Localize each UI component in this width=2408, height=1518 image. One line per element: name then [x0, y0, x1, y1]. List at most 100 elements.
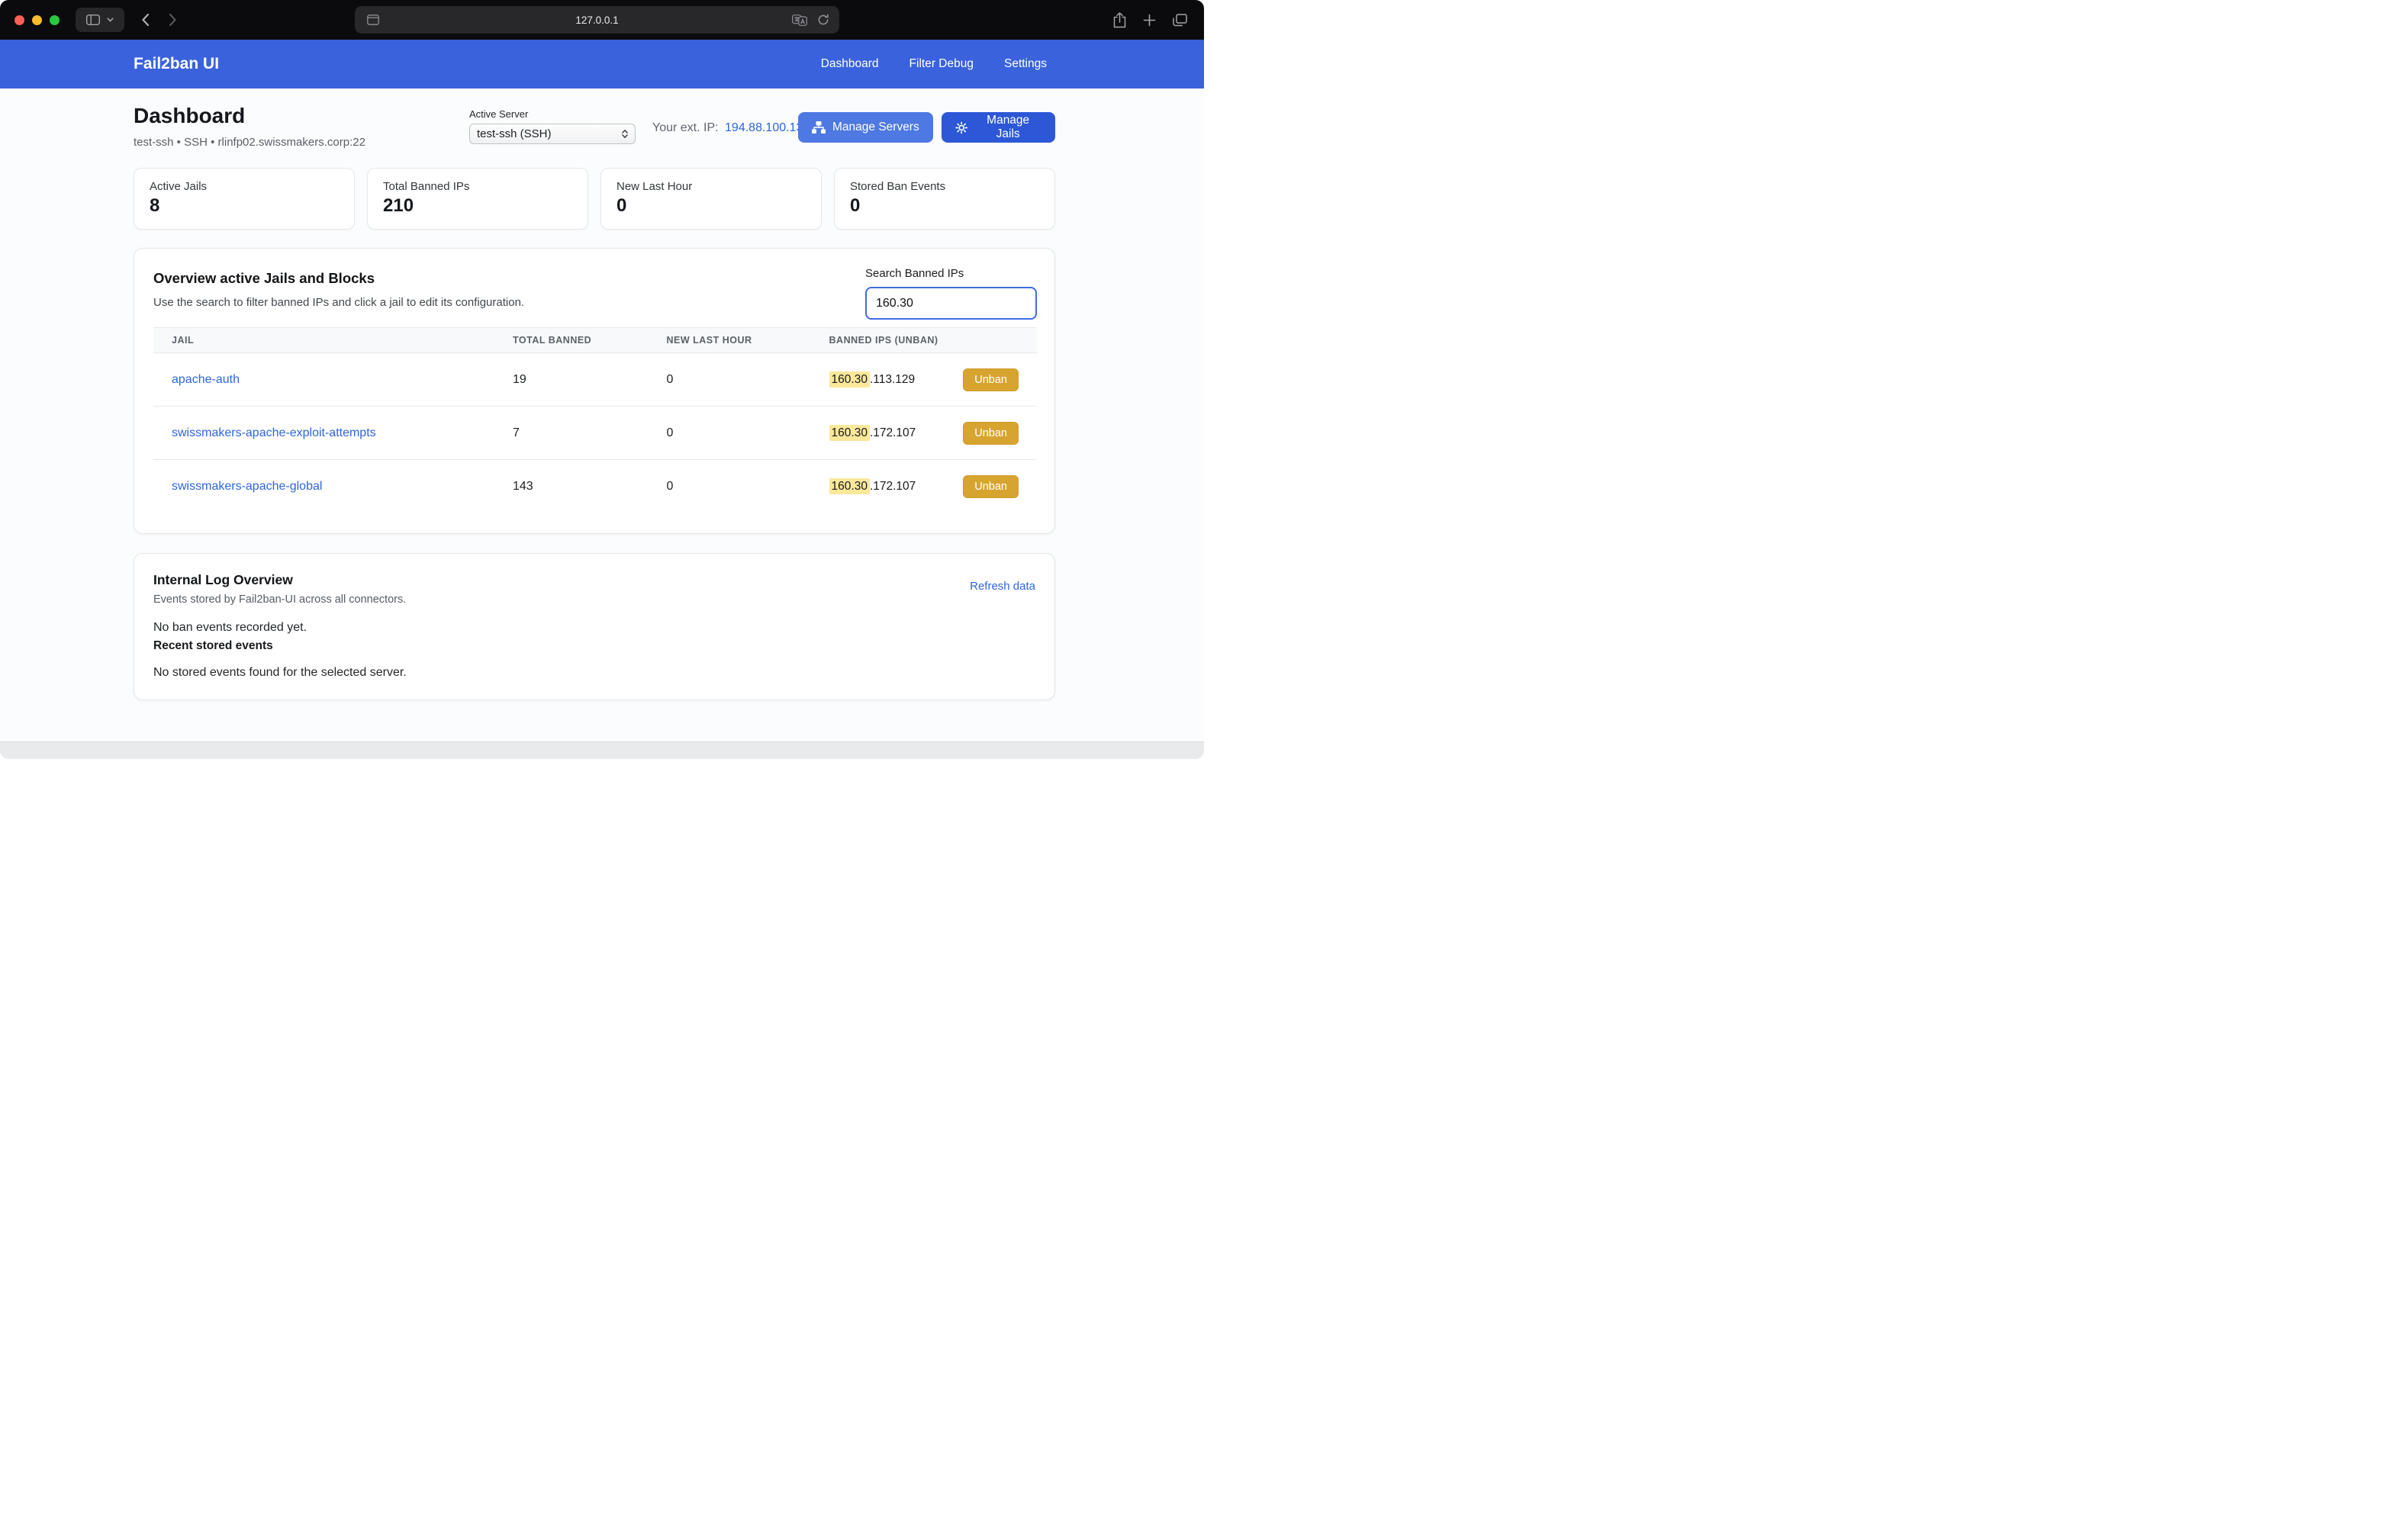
ip-highlight: 160.30	[829, 478, 870, 494]
tabs-icon	[1173, 14, 1187, 27]
manage-jails-label: Manage Jails	[974, 114, 1041, 141]
unban-button[interactable]: Unban	[963, 368, 1019, 391]
external-ip-value[interactable]: 194.88.100.134	[725, 121, 810, 134]
new-last-hour-cell: 0	[648, 407, 810, 460]
ip-highlight: 160.30	[829, 425, 870, 441]
app-brand[interactable]: Fail2ban UI	[134, 55, 219, 73]
unban-button[interactable]: Unban	[963, 475, 1019, 498]
external-ip-label: Your ext. IP:	[652, 121, 719, 134]
browser-toolbar: 127.0.0.1	[0, 0, 1204, 40]
chevron-right-icon	[169, 13, 177, 27]
zoom-button[interactable]	[50, 15, 60, 25]
forward-button[interactable]	[162, 9, 183, 31]
log-subtitle: Events stored by Fail2ban-UI across all …	[153, 593, 1035, 606]
new-last-hour-cell: 0	[648, 460, 810, 513]
nav-filter-debug[interactable]: Filter Debug	[909, 57, 974, 71]
total-banned-cell: 143	[494, 460, 648, 513]
back-button[interactable]	[134, 9, 156, 31]
no-stored-events-text: No stored events found for the selected …	[153, 666, 1035, 680]
close-button[interactable]	[14, 15, 24, 25]
unban-button[interactable]: Unban	[963, 422, 1019, 445]
ip-highlight: 160.30	[829, 371, 870, 388]
no-ban-events-text: No ban events recorded yet.	[153, 621, 1035, 635]
nav-dashboard[interactable]: Dashboard	[821, 57, 879, 71]
chevron-left-icon	[141, 13, 150, 27]
table-header-row: JAIL TOTAL BANNED NEW LAST HOUR BANNED I…	[153, 328, 1037, 353]
col-header-total-banned: TOTAL BANNED	[494, 328, 648, 353]
col-header-new-last-hour: NEW LAST HOUR	[648, 328, 810, 353]
stat-card-stored-ban-events: Stored Ban Events 0	[834, 168, 1055, 230]
manage-servers-button[interactable]: Manage Servers	[798, 112, 933, 143]
url-text: 127.0.0.1	[575, 14, 618, 26]
banned-ip-cell: 160.30.113.129 Unban	[811, 353, 1037, 407]
share-icon	[1113, 12, 1126, 28]
sitemap-icon	[812, 121, 826, 133]
select-arrows-icon	[621, 129, 629, 139]
new-tab-button[interactable]	[1143, 14, 1156, 27]
jail-link[interactable]: swissmakers-apache-exploit-attempts	[172, 426, 376, 439]
active-server-label: Active Server	[469, 108, 636, 120]
jail-link[interactable]: swissmakers-apache-global	[172, 480, 322, 493]
jail-cell: apache-auth	[153, 353, 494, 407]
share-button[interactable]	[1113, 12, 1126, 28]
ip-rest: .113.129	[870, 373, 915, 386]
table-row: swissmakers-apache-global 143 0 160.30.1…	[153, 460, 1037, 513]
page-icon	[367, 14, 379, 25]
app-navbar: Fail2ban UI Dashboard Filter Debug Setti…	[0, 40, 1204, 88]
page-title: Dashboard	[134, 104, 245, 128]
search-group: Search Banned IPs	[865, 267, 1037, 320]
chevron-down-icon	[107, 18, 114, 22]
jail-link[interactable]: apache-auth	[172, 373, 240, 386]
active-server-group: Active Server test-ssh (SSH)	[469, 108, 636, 144]
banned-ip: 160.30.172.107	[829, 480, 916, 494]
sidebar-icon	[86, 14, 100, 25]
reload-icon[interactable]	[817, 14, 829, 26]
refresh-data-link[interactable]: Refresh data	[970, 580, 1035, 593]
browser-window: 127.0.0.1 Fail2ban UI Dashboard Filter D…	[0, 0, 1204, 759]
stat-value: 8	[150, 195, 339, 217]
ip-rest: .172.107	[870, 426, 916, 439]
stat-card-total-banned: Total Banned IPs 210	[367, 168, 588, 230]
new-last-hour-cell: 0	[648, 353, 810, 407]
overview-card-head: Overview active Jails and Blocks Use the…	[134, 249, 1054, 309]
table-row: apache-auth 19 0 160.30.113.129 Unban	[153, 353, 1037, 407]
address-bar[interactable]: 127.0.0.1	[355, 6, 839, 34]
stats-row: Active Jails 8 Total Banned IPs 210 New …	[134, 168, 1055, 230]
col-header-banned-ips: BANNED IPS (UNBAN)	[811, 328, 1037, 353]
col-header-jail: JAIL	[153, 328, 494, 353]
overview-card: Overview active Jails and Blocks Use the…	[134, 248, 1055, 534]
gear-icon	[955, 121, 967, 134]
stat-value: 0	[616, 195, 806, 217]
page-header: Dashboard test-ssh • SSH • rlinfp02.swis…	[134, 88, 1055, 168]
manage-servers-label: Manage Servers	[832, 121, 919, 134]
search-input[interactable]	[865, 287, 1037, 320]
plus-icon	[1143, 14, 1156, 27]
ip-rest: .172.107	[870, 480, 916, 493]
stat-card-new-last-hour: New Last Hour 0	[600, 168, 822, 230]
tab-overview-button[interactable]	[1173, 14, 1187, 27]
window-footer	[0, 741, 1204, 759]
table-row: swissmakers-apache-exploit-attempts 7 0 …	[153, 407, 1037, 460]
nav-links: Dashboard Filter Debug Settings	[821, 57, 1047, 71]
manage-jails-button[interactable]: Manage Jails	[942, 112, 1055, 143]
translate-icon[interactable]	[792, 14, 807, 26]
total-banned-cell: 19	[494, 353, 648, 407]
nav-settings[interactable]: Settings	[1004, 57, 1047, 71]
active-server-value: test-ssh (SSH)	[477, 127, 552, 140]
stat-value: 0	[850, 195, 1039, 217]
total-banned-cell: 7	[494, 407, 648, 460]
external-ip: Your ext. IP: 194.88.100.134	[652, 121, 810, 135]
banned-ip-cell: 160.30.172.107 Unban	[811, 407, 1037, 460]
search-label: Search Banned IPs	[865, 267, 1037, 280]
window-controls	[14, 15, 60, 25]
recent-stored-events-title: Recent stored events	[153, 639, 1035, 653]
minimize-button[interactable]	[32, 15, 42, 25]
sidebar-toggle-button[interactable]	[76, 8, 124, 32]
stat-card-active-jails: Active Jails 8	[134, 168, 355, 230]
banned-ip: 160.30.113.129	[829, 373, 916, 387]
jail-cell: swissmakers-apache-global	[153, 460, 494, 513]
page-subtitle: test-ssh • SSH • rlinfp02.swissmakers.co…	[134, 136, 365, 149]
active-server-select[interactable]: test-ssh (SSH)	[469, 124, 636, 144]
jail-cell: swissmakers-apache-exploit-attempts	[153, 407, 494, 460]
main-content: Dashboard test-ssh • SSH • rlinfp02.swis…	[0, 88, 1204, 700]
